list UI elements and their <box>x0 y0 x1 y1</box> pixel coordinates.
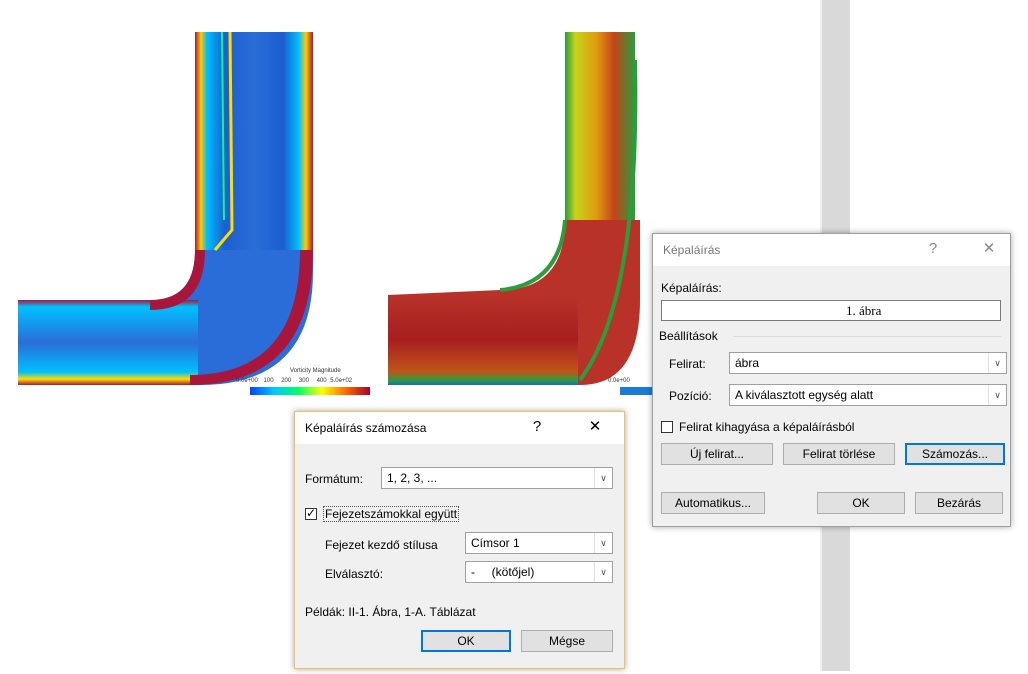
legend-ticks: 0.0e+00 100 200 300 400 5.0e+02 <box>236 378 352 384</box>
examples-text: Példák: II-1. Ábra, 1-A. Táblázat <box>305 605 476 619</box>
chapter-style-label: Fejezet kezdő stílusa <box>325 538 438 552</box>
cancel-button[interactable]: Mégse <box>521 630 613 652</box>
vorticity-figure <box>18 31 370 395</box>
chapter-style-select[interactable]: Címsor 1 ∨ <box>465 532 613 554</box>
caption-label: Képaláírás: <box>661 281 722 295</box>
legend-tick: 400 <box>316 378 327 384</box>
checkmark-icon: ✓ <box>306 506 317 520</box>
numbering-button[interactable]: Számozás... <box>905 443 1005 465</box>
numbering-dialog: Képaláírás számozása ? ✕ Formátum: 1, 2,… <box>294 411 625 669</box>
position-label: Pozíció: <box>669 389 712 403</box>
exclude-label-checkbox[interactable] <box>661 421 673 433</box>
help-icon[interactable]: ? <box>527 418 547 436</box>
caption-input-value: 1. ábra <box>846 303 882 318</box>
ok-button[interactable]: OK <box>817 492 905 514</box>
settings-divider <box>733 336 1001 337</box>
horizontal-streamlines <box>388 295 578 385</box>
format-select[interactable]: 1, 2, 3, ... ∨ <box>381 467 613 489</box>
legend-tick: 5.0e+02 <box>330 378 353 384</box>
close-icon[interactable]: ✕ <box>585 418 605 436</box>
help-icon[interactable]: ? <box>923 240 943 258</box>
exclude-label-text: Felirat kihagyása a képaláírásból <box>679 420 855 434</box>
label-label: Felirat: <box>669 357 706 371</box>
delete-label-button[interactable]: Felirat törlése <box>783 443 895 465</box>
settings-label: Beállítások <box>659 329 718 343</box>
separator-select-value: - (kötőjel) <box>471 565 535 579</box>
close-button[interactable]: Bezárás <box>915 492 1003 514</box>
close-icon[interactable]: ✕ <box>979 240 999 258</box>
numbering-dialog-titlebar: Képaláírás számozása ? ✕ <box>295 412 624 444</box>
include-chapter-text: Fejezetszámokkal együtt <box>323 506 460 522</box>
position-select[interactable]: A kiválasztott egység alatt ∨ <box>729 384 1007 406</box>
caption-input[interactable]: 1. ábra <box>661 300 1001 321</box>
ok-button[interactable]: OK <box>421 630 511 652</box>
chevron-down-icon: ∨ <box>988 353 1006 373</box>
chevron-down-icon: ∨ <box>594 562 612 582</box>
caption-dialog-titlebar: Képaláírás ? ✕ <box>653 234 1010 266</box>
separator-select[interactable]: - (kötőjel) ∨ <box>465 561 613 583</box>
include-chapter-checkbox[interactable]: ✓ <box>305 506 317 520</box>
chevron-down-icon: ∨ <box>594 468 612 488</box>
caption-dialog-title: Képaláírás <box>663 243 721 257</box>
chapter-style-select-value: Címsor 1 <box>471 536 520 550</box>
legend-tick: 300 <box>298 378 309 384</box>
legend-title: Vorticity Magnitude <box>290 368 341 374</box>
chevron-down-icon: ∨ <box>594 533 612 553</box>
chevron-down-icon: ∨ <box>988 385 1006 405</box>
format-select-value: 1, 2, 3, ... <box>387 471 438 485</box>
format-label: Formátum: <box>305 472 364 486</box>
legend-tick-right: 0.0e+00 <box>608 378 630 384</box>
label-select[interactable]: ábra ∨ <box>729 352 1007 374</box>
position-select-value: A kiválasztott egység alatt <box>735 388 874 402</box>
separator-label: Elválasztó: <box>325 567 384 581</box>
caption-dialog: Képaláírás ? ✕ Képaláírás: 1. ábra Beáll… <box>652 233 1011 527</box>
legend-tick: 0.0e+00 <box>236 378 258 384</box>
vertical-pipe <box>195 32 313 272</box>
numbering-dialog-title: Képaláírás számozása <box>305 421 427 435</box>
label-select-value: ábra <box>735 356 760 370</box>
legend-tick: 100 <box>263 378 274 384</box>
legend-tick: 200 <box>281 378 292 384</box>
horizontal-pipe <box>18 300 198 385</box>
autocaption-button[interactable]: Automatikus... <box>661 492 765 514</box>
colorbar <box>250 387 370 395</box>
streamline-figure <box>388 32 660 395</box>
new-label-button[interactable]: Új felirat... <box>661 443 773 465</box>
